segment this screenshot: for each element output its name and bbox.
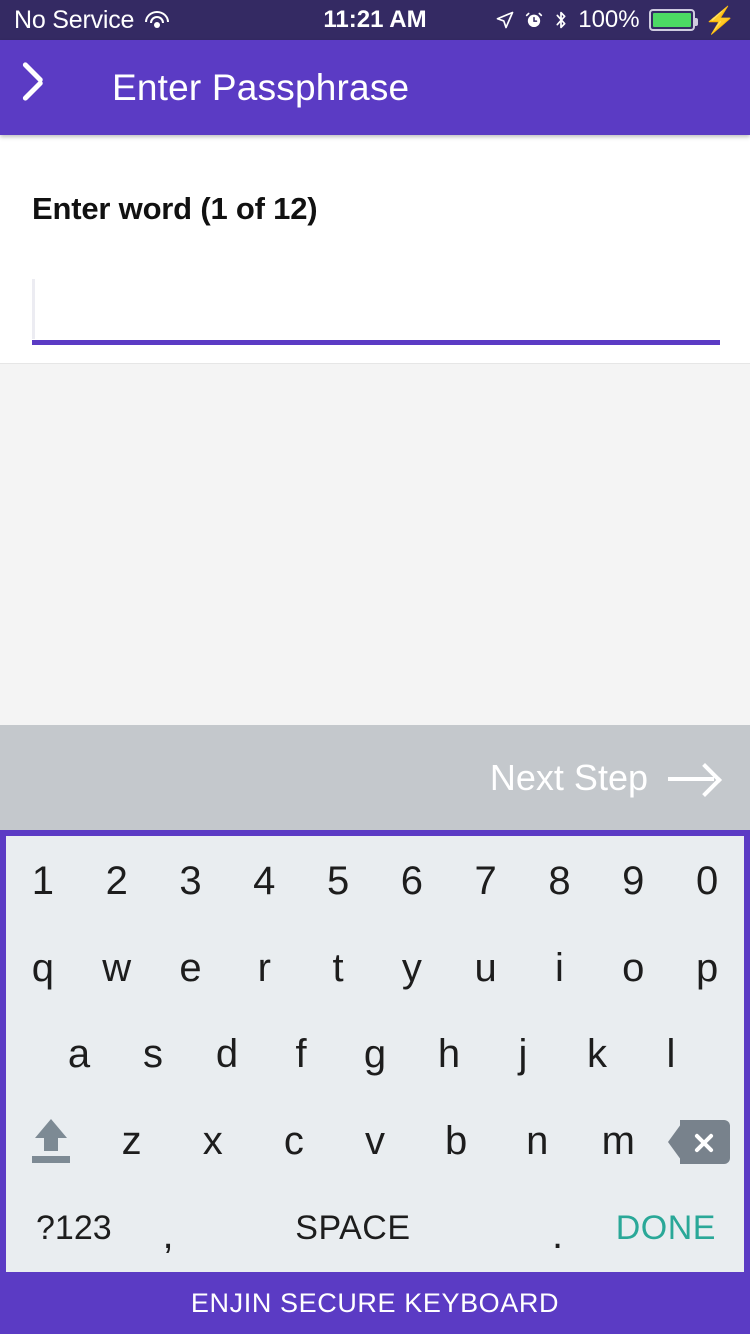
page-title: Enter Passphrase bbox=[112, 66, 410, 108]
key-c[interactable]: c bbox=[253, 1098, 334, 1185]
keyboard-footer: ENJIN SECURE KEYBOARD bbox=[0, 1272, 750, 1334]
next-step-button[interactable]: Next Step bbox=[0, 725, 750, 830]
keyboard-row-numbers: 1 2 3 4 5 6 7 8 9 0 bbox=[6, 838, 744, 925]
status-bar: No Service 11:21 AM 100% ⚡ bbox=[0, 0, 750, 40]
key-o[interactable]: o bbox=[596, 925, 670, 1012]
key-0[interactable]: 0 bbox=[670, 838, 744, 925]
content-filler bbox=[0, 363, 750, 725]
key-9[interactable]: 9 bbox=[596, 838, 670, 925]
key-w[interactable]: w bbox=[80, 925, 154, 1012]
key-l[interactable]: l bbox=[634, 1012, 708, 1099]
space-key[interactable]: SPACE bbox=[201, 1185, 505, 1272]
key-u[interactable]: u bbox=[449, 925, 523, 1012]
back-chevron-icon bbox=[37, 69, 59, 107]
key-3[interactable]: 3 bbox=[154, 838, 228, 925]
symbols-key[interactable]: ?123 bbox=[16, 1185, 135, 1272]
keyboard-footer-label: ENJIN SECURE KEYBOARD bbox=[190, 1287, 560, 1318]
key-5[interactable]: 5 bbox=[301, 838, 375, 925]
alarm-clock-icon bbox=[526, 12, 543, 27]
comma-key[interactable]: , bbox=[135, 1185, 201, 1272]
keyboard-row-home: a s d f g h j k l bbox=[6, 1012, 744, 1099]
prompt-label: Enter word (1 of 12) bbox=[32, 191, 318, 226]
key-s[interactable]: s bbox=[116, 1012, 190, 1099]
input-underline bbox=[32, 340, 720, 345]
keyboard-row-function: ?123 , SPACE . DONE bbox=[6, 1185, 744, 1272]
location-arrow-icon bbox=[496, 11, 514, 29]
key-h[interactable]: h bbox=[412, 1012, 486, 1099]
status-bar-left: No Service bbox=[14, 6, 170, 35]
key-7[interactable]: 7 bbox=[449, 838, 523, 925]
app-bar: Enter Passphrase bbox=[0, 40, 750, 135]
wifi-icon bbox=[144, 10, 170, 30]
status-bar-right: 100% ⚡ bbox=[495, 6, 736, 34]
key-y[interactable]: y bbox=[375, 925, 449, 1012]
key-2[interactable]: 2 bbox=[80, 838, 154, 925]
keyboard-row-bottom: z x c v b n m bbox=[6, 1098, 744, 1185]
key-4[interactable]: 4 bbox=[227, 838, 301, 925]
key-x[interactable]: x bbox=[172, 1098, 253, 1185]
key-m[interactable]: m bbox=[578, 1098, 659, 1185]
back-button[interactable] bbox=[20, 60, 76, 116]
word-input-wrapper bbox=[32, 279, 720, 345]
next-step-label: Next Step bbox=[489, 756, 648, 798]
key-d[interactable]: d bbox=[190, 1012, 264, 1099]
key-f[interactable]: f bbox=[264, 1012, 338, 1099]
key-p[interactable]: p bbox=[670, 925, 744, 1012]
carrier-label: No Service bbox=[14, 5, 135, 34]
shift-key[interactable] bbox=[10, 1098, 91, 1185]
key-g[interactable]: g bbox=[338, 1012, 412, 1099]
done-key[interactable]: DONE bbox=[610, 1185, 734, 1272]
key-a[interactable]: a bbox=[42, 1012, 116, 1099]
key-v[interactable]: v bbox=[334, 1098, 415, 1185]
key-k[interactable]: k bbox=[560, 1012, 634, 1099]
app-screen: No Service 11:21 AM 100% ⚡ Enter Passphr… bbox=[0, 0, 750, 1334]
key-z[interactable]: z bbox=[91, 1098, 172, 1185]
key-j[interactable]: j bbox=[486, 1012, 560, 1099]
key-1[interactable]: 1 bbox=[6, 838, 80, 925]
key-i[interactable]: i bbox=[523, 925, 597, 1012]
secure-keyboard: 1 2 3 4 5 6 7 8 9 0 q w e r t y u i o p … bbox=[0, 830, 750, 1272]
keyboard-row-top: q w e r t y u i o p bbox=[6, 925, 744, 1012]
arrow-right-icon bbox=[668, 760, 720, 796]
key-6[interactable]: 6 bbox=[375, 838, 449, 925]
lightning-bolt-icon: ⚡ bbox=[703, 5, 736, 35]
battery-percent-label: 100% bbox=[578, 6, 640, 33]
backspace-key[interactable] bbox=[659, 1098, 740, 1185]
battery-full-icon bbox=[648, 9, 698, 31]
key-r[interactable]: r bbox=[227, 925, 301, 1012]
key-t[interactable]: t bbox=[301, 925, 375, 1012]
key-q[interactable]: q bbox=[6, 925, 80, 1012]
bluetooth-icon bbox=[556, 11, 566, 29]
passphrase-entry-section: Enter word (1 of 12) bbox=[0, 135, 750, 363]
period-key[interactable]: . bbox=[505, 1185, 611, 1272]
key-b[interactable]: b bbox=[416, 1098, 497, 1185]
key-e[interactable]: e bbox=[154, 925, 228, 1012]
key-8[interactable]: 8 bbox=[523, 838, 597, 925]
word-input[interactable] bbox=[32, 279, 720, 339]
shift-icon bbox=[26, 1118, 76, 1165]
key-n[interactable]: n bbox=[497, 1098, 578, 1185]
backspace-icon bbox=[668, 1119, 731, 1164]
